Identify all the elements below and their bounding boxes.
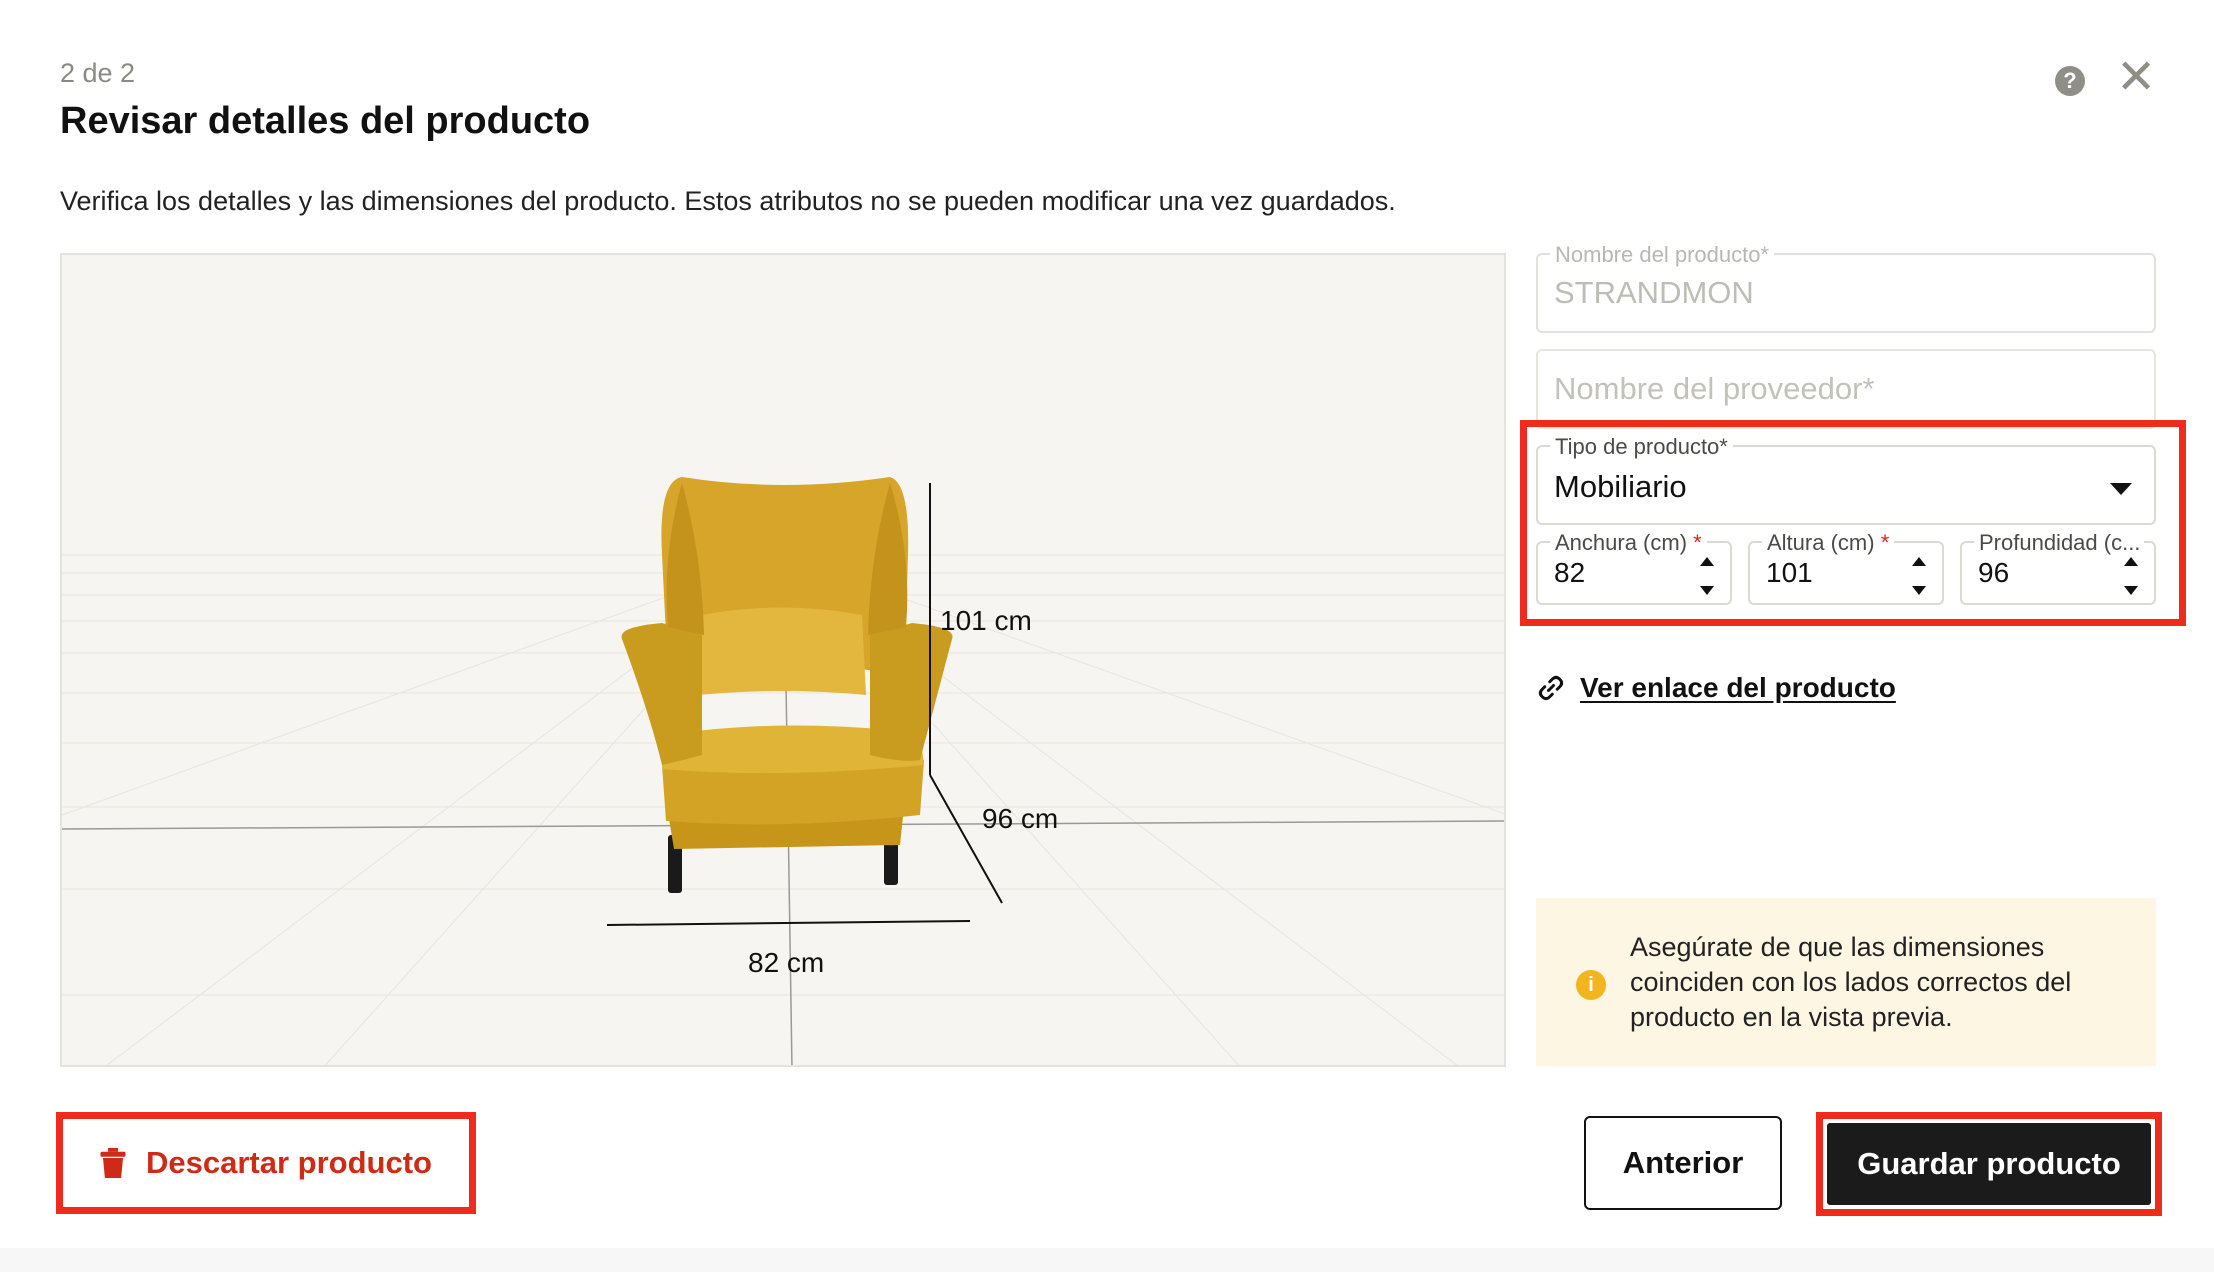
page-description: Verifica los detalles y las dimensiones … [60,186,1396,216]
save-product-button[interactable]: Guardar producto [1827,1123,2151,1205]
depth-dimension-label: 96 cm [982,803,1059,834]
supplier-name-field[interactable]: Nombre del proveedor* [1536,349,2156,429]
annotation-highlight-save: Guardar producto [1816,1112,2162,1216]
product-name-field: Nombre del producto* STRANDMON [1536,242,2156,333]
supplier-name-placeholder: Nombre del proveedor* [1554,371,1875,406]
armchair-illustration [621,477,953,893]
discard-product-button[interactable]: Descartar producto [56,1112,476,1214]
discard-product-label: Descartar producto [146,1145,432,1180]
link-icon [1538,675,1564,701]
product-3d-preview[interactable]: 101 cm 96 cm 82 cm [60,253,1506,1067]
product-review-dialog: 2 de 2 Revisar detalles del producto ? ✕… [0,0,2214,1272]
page-title: Revisar detalles del producto [60,100,591,142]
preview-scene [62,477,1504,1065]
dimensions-notice: i Asegúrate de que las dimensiones coinc… [1536,898,2156,1066]
height-dimension-label: 101 cm [940,605,1032,636]
help-icon[interactable]: ? [2055,66,2085,96]
product-name-label: Nombre del producto* [1550,242,1775,268]
step-indicator: 2 de 2 [60,58,136,88]
product-name-value: STRANDMON [1554,275,1754,310]
notice-text: Asegúrate de que las dimensiones coincid… [1630,932,2072,1032]
bottom-divider [0,1248,2214,1272]
trash-icon [100,1148,126,1178]
previous-button[interactable]: Anterior [1584,1116,1782,1210]
close-icon[interactable]: ✕ [2116,54,2156,102]
width-dimension-label: 82 cm [748,947,825,978]
product-link[interactable]: Ver enlace del producto [1536,672,1896,704]
product-link-text[interactable]: Ver enlace del producto [1580,672,1896,704]
annotation-highlight-dimensions [1520,420,2186,626]
info-icon: i [1576,970,1606,1000]
